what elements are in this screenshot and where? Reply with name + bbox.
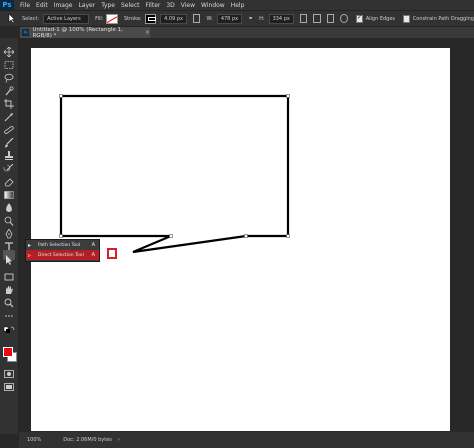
clone-stamp-icon[interactable] bbox=[3, 146, 15, 160]
shortcut-key: A bbox=[91, 242, 95, 248]
path-alignment-icon[interactable] bbox=[313, 14, 321, 23]
document-title: Untitled-1 @ 100% (Rectangle 1, RGB/8) * bbox=[32, 26, 123, 39]
history-brush-icon[interactable] bbox=[3, 159, 15, 172]
align-edges-checkbox[interactable] bbox=[355, 14, 363, 23]
menu-file[interactable]: File bbox=[20, 2, 30, 9]
color-swatches[interactable] bbox=[3, 347, 17, 362]
direct-selection-tool-label: Direct Selection Tool bbox=[38, 252, 84, 258]
align-edges-label: Align Edges bbox=[365, 15, 396, 22]
menu-filter[interactable]: Filter bbox=[146, 2, 161, 9]
width-label: W: bbox=[206, 15, 213, 22]
menu-bar: Ps File Edit Image Layer Type Select Fil… bbox=[0, 0, 474, 10]
rectangle-icon[interactable] bbox=[3, 267, 15, 281]
anchor-point[interactable] bbox=[286, 94, 290, 98]
select-label: Select: bbox=[22, 15, 40, 22]
healing-icon[interactable] bbox=[3, 120, 15, 134]
height-field[interactable]: 334 px bbox=[268, 13, 294, 24]
menu-view[interactable]: View bbox=[181, 2, 195, 9]
move-icon[interactable] bbox=[3, 42, 15, 58]
zoom-level[interactable]: 100% bbox=[27, 437, 41, 443]
path-arrangement-icon[interactable] bbox=[326, 14, 335, 23]
more-tools-icon[interactable] bbox=[3, 306, 15, 317]
default-colors-icon[interactable] bbox=[3, 321, 15, 333]
foreground-color-swatch[interactable] bbox=[3, 347, 13, 357]
eyedropper-icon[interactable] bbox=[3, 107, 15, 122]
document-tab[interactable]: Ps Untitled-1 @ 100% (Rectangle 1, RGB/8… bbox=[20, 26, 150, 39]
dodge-icon[interactable] bbox=[3, 211, 15, 226]
document-tab-bar: Ps Untitled-1 @ 100% (Rectangle 1, RGB/8… bbox=[20, 26, 474, 39]
blur-icon[interactable] bbox=[3, 198, 15, 212]
hand-icon[interactable] bbox=[3, 280, 15, 294]
speech-bubble-path[interactable] bbox=[59, 94, 290, 254]
menu-layer[interactable]: Layer bbox=[78, 2, 95, 9]
stroke-width-field[interactable]: 4.09 px bbox=[160, 13, 187, 24]
menu-window[interactable]: Window bbox=[201, 2, 225, 9]
anchor-point[interactable] bbox=[286, 234, 290, 238]
status-menu-arrow-icon[interactable]: › bbox=[118, 437, 120, 443]
menu-select[interactable]: Select bbox=[121, 2, 140, 9]
path-selection-tool-label: Path Selection Tool bbox=[38, 242, 81, 248]
brush-icon[interactable] bbox=[3, 133, 15, 148]
pen-icon[interactable] bbox=[3, 224, 15, 239]
constrain-path-checkbox[interactable] bbox=[403, 14, 410, 23]
constrain-path-label: Constrain Path Dragging bbox=[412, 15, 474, 22]
fill-label: Fill: bbox=[95, 15, 104, 22]
stroke-type-icon[interactable] bbox=[192, 14, 201, 23]
lasso-icon[interactable] bbox=[3, 68, 15, 83]
menu-help[interactable]: Help bbox=[231, 2, 245, 9]
height-label: H: bbox=[259, 15, 265, 22]
type-icon[interactable] bbox=[3, 237, 15, 251]
anchor-point[interactable] bbox=[169, 234, 173, 238]
quick-mask-icon[interactable] bbox=[3, 364, 15, 378]
menu-3d[interactable]: 3D bbox=[166, 2, 174, 9]
eraser-icon[interactable] bbox=[3, 172, 15, 187]
status-bar: 100% Doc: 2.06M/0 bytes › bbox=[19, 432, 474, 448]
path-selection-tool-item[interactable]: ▸ Path Selection Tool A bbox=[26, 240, 99, 250]
close-icon[interactable]: × bbox=[145, 29, 150, 36]
anchor-point[interactable] bbox=[59, 234, 63, 238]
direct-selection-tool-icon[interactable] bbox=[6, 13, 16, 24]
fill-swatch[interactable] bbox=[106, 13, 118, 24]
stroke-label: Stroke: bbox=[123, 15, 142, 22]
link-icon[interactable]: ⚭ bbox=[248, 15, 253, 22]
tools-panel bbox=[0, 38, 19, 434]
width-field[interactable]: 478 px bbox=[216, 13, 243, 24]
shortcut-key: A bbox=[91, 252, 95, 258]
photoshop-logo: Ps bbox=[0, 0, 14, 10]
crop-icon[interactable] bbox=[3, 94, 15, 109]
ps-file-icon: Ps bbox=[22, 29, 30, 36]
direct-selection-tool-item[interactable]: ▹ Direct Selection Tool A bbox=[26, 250, 99, 260]
stroke-swatch[interactable] bbox=[144, 13, 157, 24]
highlight-box bbox=[107, 248, 117, 259]
path-selection-icon[interactable] bbox=[3, 250, 15, 265]
select-dropdown[interactable]: Active Layers bbox=[43, 13, 90, 24]
settings-gear-icon[interactable] bbox=[340, 14, 348, 23]
menu-image[interactable]: Image bbox=[54, 2, 73, 9]
quick-select-icon[interactable] bbox=[3, 81, 15, 96]
options-bar: Select: Active Layers Fill: Stroke: 4.09… bbox=[0, 10, 474, 27]
marquee-icon[interactable] bbox=[3, 55, 15, 69]
zoom-icon[interactable] bbox=[3, 293, 15, 308]
arrow-black-icon: ▸ bbox=[28, 241, 32, 249]
screen-mode-icon[interactable] bbox=[3, 377, 15, 391]
tool-flyout-menu: ▸ Path Selection Tool A ▹ Direct Selecti… bbox=[25, 239, 100, 262]
menu-type[interactable]: Type bbox=[101, 2, 115, 9]
arrow-white-icon: ▹ bbox=[28, 251, 32, 259]
document-info: Doc: 2.06M/0 bytes bbox=[63, 437, 112, 443]
anchor-point[interactable] bbox=[244, 234, 248, 238]
path-operations-icon[interactable] bbox=[299, 14, 308, 23]
anchor-point[interactable] bbox=[59, 94, 63, 98]
menu-edit[interactable]: Edit bbox=[36, 2, 48, 9]
gradient-icon[interactable] bbox=[3, 185, 15, 199]
